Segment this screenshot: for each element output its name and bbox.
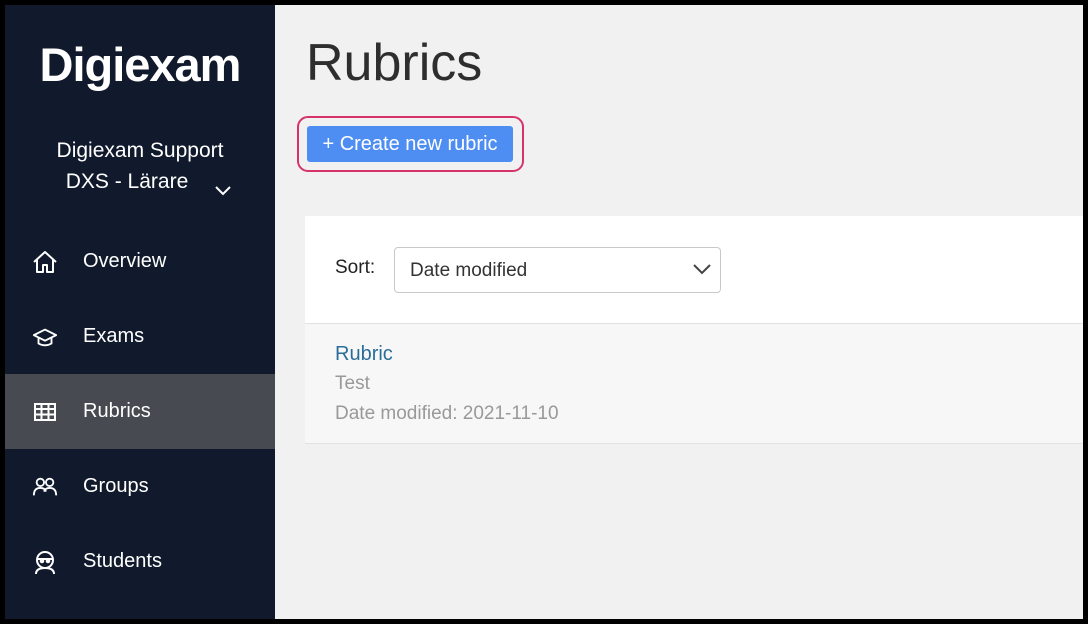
users-icon [32,474,58,500]
main-content: Rubrics + Create new rubric Sort: Date m… [275,5,1083,619]
sidebar-item-overview[interactable]: Overview [5,224,275,299]
organization-name: Digiexam Support [56,139,224,162]
sidebar-nav: Overview Exams Rubrics Groups Students [5,224,275,599]
sidebar-item-students[interactable]: Students [5,524,275,599]
highlight-outline: + Create new rubric [297,116,524,172]
app-window: Digiexam Digiexam Support DXS - Lärare O… [5,5,1083,619]
sidebar-item-label: Exams [83,325,145,347]
organization-switcher[interactable]: Digiexam Support DXS - Lärare [5,135,275,197]
sidebar-item-label: Rubrics [83,400,151,422]
sort-selected-value: Date modified [410,260,528,281]
rubric-title-link[interactable]: Rubric [335,343,393,366]
page-title: Rubrics [306,34,483,92]
table-icon [32,399,58,425]
home-icon [32,249,58,275]
chevron-down-icon [692,262,712,281]
create-new-rubric-button[interactable]: + Create new rubric [307,126,513,162]
sort-label: Sort: [335,257,376,278]
graduation-cap-icon [32,324,58,350]
sidebar-item-exams[interactable]: Exams [5,299,275,374]
student-icon [32,549,58,575]
sort-select[interactable]: Date modified [394,247,721,293]
sidebar-item-label: Overview [83,250,167,272]
rubric-description: Test [335,373,370,394]
sidebar-item-rubrics[interactable]: Rubrics [5,374,275,449]
sidebar-item-groups[interactable]: Groups [5,449,275,524]
list-item: Rubric Test Date modified: 2021-11-10 [305,324,1083,444]
sidebar: Digiexam Digiexam Support DXS - Lärare O… [5,5,275,619]
chevron-down-icon[interactable] [214,175,232,206]
rubric-date-modified: Date modified: 2021-11-10 [335,403,559,424]
logo: Digiexam [39,38,242,91]
sidebar-item-label: Students [83,550,162,572]
sidebar-item-label: Groups [83,475,149,497]
rubrics-card: Sort: Date modified Rubric Test Date mod… [305,216,1083,444]
organization-role: DXS - Lärare [65,170,189,193]
sort-bar: Sort: Date modified [305,216,1083,324]
